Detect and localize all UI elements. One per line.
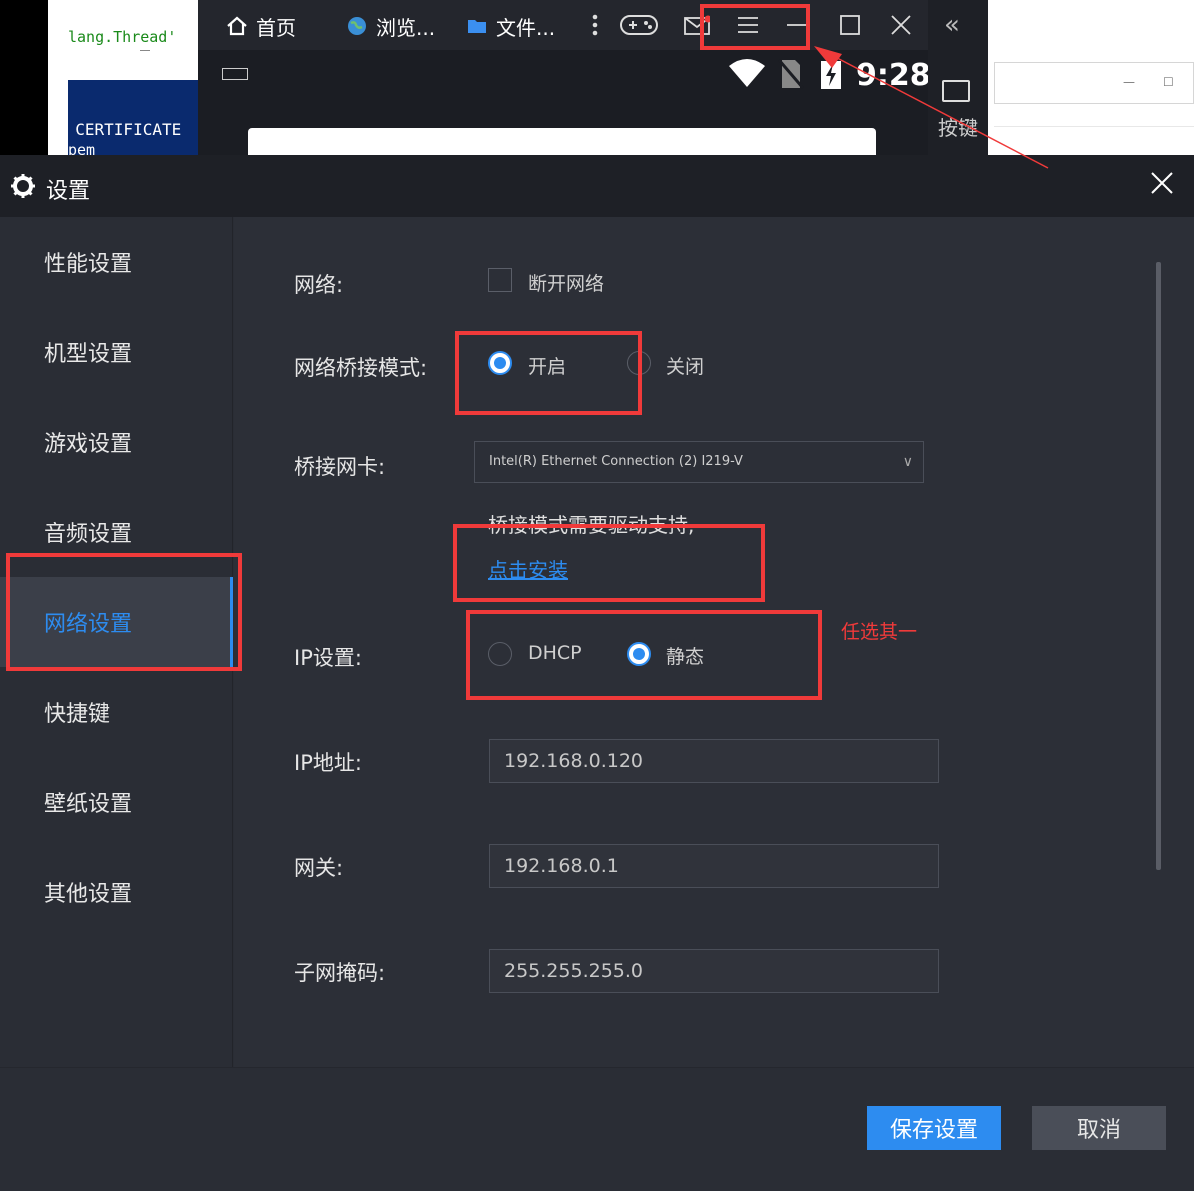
disconnect-network-label[interactable]: 断开网络 [528,269,604,296]
gear-icon [11,174,35,198]
sidebar-item-shortcuts[interactable]: 快捷键 [0,667,233,757]
wifi-icon [729,59,765,87]
minimize-icon[interactable]: — [1123,75,1135,89]
bridge-mode-off-radio[interactable] [627,351,651,375]
more-icon[interactable] [580,10,610,40]
collapse-icon[interactable]: « [944,10,960,40]
scrollbar[interactable] [1156,262,1161,870]
minimize-icon[interactable] [782,10,812,40]
dhcp-label[interactable]: DHCP [528,642,582,664]
background-code-window: lang.Thread' D CERTIFICATE pem [48,0,198,155]
install-driver-link[interactable]: 点击安装 [488,554,568,583]
divider [994,126,1194,127]
static-ip-radio[interactable] [627,642,651,666]
code-line: lang.Thread' [68,28,177,46]
subnet-mask-label: 子网掩码: [294,961,386,985]
keyboard-icon [222,68,248,80]
folder-icon [468,20,486,33]
bridge-nic-label: 桥接网卡: [294,455,386,479]
ip-address-label: IP地址: [294,751,362,775]
tab-browser[interactable]: 浏览... [346,12,435,40]
divider [140,50,150,51]
sidebar-item-performance[interactable]: 性能设置 [0,217,233,307]
battery-charging-icon [821,61,841,89]
emulator-titlebar: 首页 浏览... 文件... [198,0,928,50]
close-icon[interactable] [1148,169,1176,197]
settings-dialog: 设置 性能设置 机型设置 游戏设置 音频设置 网络设置 快捷键 壁纸设置 其他设… [0,155,1194,1191]
dialog-header: 设置 [0,155,1194,217]
tab-label: 文件... [496,15,556,40]
bridge-nic-value: Intel(R) Ethernet Connection (2) I219-V [489,454,743,469]
settings-sidebar: 性能设置 机型设置 游戏设置 音频设置 网络设置 快捷键 壁纸设置 其他设置 [0,217,233,1067]
gamepad-icon[interactable] [618,10,660,40]
ip-setting-label: IP设置: [294,646,362,670]
code-pem-line: pem [68,141,96,155]
gateway-field[interactable]: 192.168.0.1 [489,844,939,888]
sidebar-item-other[interactable]: 其他设置 [0,847,233,937]
tab-files[interactable]: 文件... [466,12,555,40]
keymap-label[interactable]: 按键 [938,112,978,141]
sidebar-item-device-model[interactable]: 机型设置 [0,307,233,397]
tab-label: 浏览... [376,15,436,40]
maximize-icon[interactable] [835,10,865,40]
close-icon[interactable] [886,10,916,40]
android-screen[interactable] [248,128,876,155]
subnet-mask-field[interactable]: 255.255.255.0 [489,949,939,993]
static-ip-label[interactable]: 静态 [666,642,704,669]
sidebar-item-audio[interactable]: 音频设置 [0,487,233,577]
sidebar-item-game[interactable]: 游戏设置 [0,397,233,487]
dhcp-radio[interactable] [488,642,512,666]
dialog-title: 设置 [46,179,91,204]
background-window: — ☐ [988,0,1194,155]
tab-label: 首页 [256,15,296,40]
chevron-down-icon: ∨ [902,454,913,470]
save-settings-button[interactable]: 保存设置 [867,1106,1001,1150]
home-icon [227,16,247,36]
dialog-footer: 保存设置 取消 [0,1067,1194,1191]
driver-note: 桥接模式需要驱动支持, [488,513,695,537]
disconnect-network-checkbox[interactable] [488,268,512,292]
sidebar-item-wallpaper[interactable]: 壁纸设置 [0,757,233,847]
android-status-bar: 9:28 [198,50,931,98]
gateway-label: 网关: [294,856,344,880]
no-sim-icon [778,59,804,89]
ip-address-field[interactable]: 192.168.0.120 [489,739,939,783]
network-settings-panel: 网络: 断开网络 网络桥接模式: 开启 关闭 桥接网卡: Intel(R) Et… [234,217,1194,1067]
annotation-note: 任选其一 [841,621,918,643]
network-label: 网络: [294,273,344,297]
mail-icon[interactable] [682,10,712,40]
emulator-sidebar: « 按键 [928,0,988,155]
bridge-mode-off-label[interactable]: 关闭 [666,352,704,379]
tab-home[interactable]: 首页 [226,12,296,40]
emulator-window: 首页 浏览... 文件... 9:28 « 按键 [198,0,988,155]
sidebar-item-network[interactable]: 网络设置 [0,577,233,667]
bridge-mode-on-radio[interactable] [488,351,512,375]
bridge-nic-select[interactable]: Intel(R) Ethernet Connection (2) I219-V … [474,441,924,483]
cancel-button[interactable]: 取消 [1032,1106,1166,1150]
code-cert-line: D CERTIFICATE [56,120,182,139]
globe-icon [348,17,366,35]
status-time: 9:28 [856,58,931,93]
bridge-mode-label: 网络桥接模式: [294,356,428,380]
keymap-icon[interactable] [942,80,970,102]
bridge-mode-on-label[interactable]: 开启 [528,352,566,379]
background-window-titlebar: — ☐ [994,62,1194,104]
maximize-icon[interactable]: ☐ [1163,75,1175,89]
menu-icon[interactable] [733,10,763,40]
